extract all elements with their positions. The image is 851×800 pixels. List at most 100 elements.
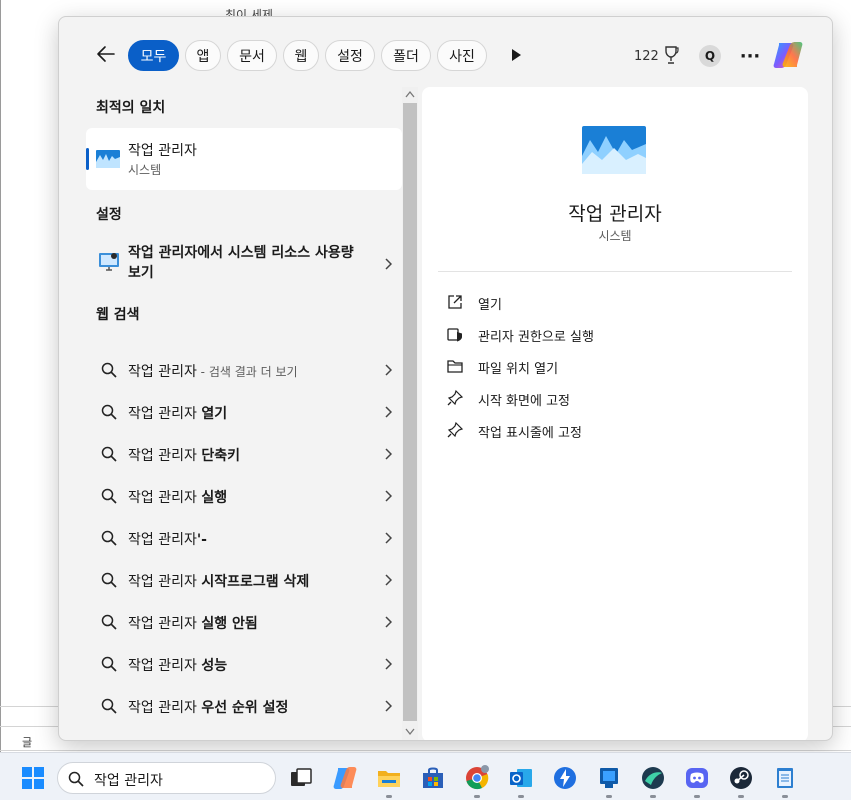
steam-icon[interactable] (728, 765, 754, 791)
folder-icon (447, 360, 463, 373)
filter-chip-apps[interactable]: 앱 (185, 40, 221, 71)
web-search-text: 작업 관리자 키는법 (128, 739, 240, 740)
scroll-down-icon[interactable] (405, 728, 415, 736)
web-search-suggestion: 우선 순위 설정 (201, 700, 289, 716)
web-search-item[interactable]: 작업 관리자 시작프로그램 삭제 (86, 560, 402, 600)
web-search-suggestion: 실행 안됨 (201, 616, 258, 632)
web-search-item[interactable]: 작업 관리자 성능 (86, 644, 402, 684)
filter-chip-documents[interactable]: 문서 (227, 40, 277, 71)
chevron-right-icon (385, 406, 392, 418)
web-search-item[interactable]: 작업 관리자 - 검색 결과 더 보기 (86, 350, 402, 390)
setting-result-item[interactable]: 작업 관리자에서 시스템 리소스 사용량 보기 (86, 237, 402, 291)
search-icon (101, 572, 117, 588)
taskbar-search-box[interactable]: 작업 관리자 (57, 762, 276, 794)
monitor-settings-icon (99, 253, 119, 271)
taskbar: 작업 관리자 (0, 752, 851, 800)
web-search-suggestion: '- (196, 532, 207, 548)
web-search-item[interactable]: 작업 관리자 실행 안됨 (86, 602, 402, 642)
chevron-right-icon (385, 490, 392, 502)
web-search-text: 작업 관리자 우선 순위 설정 (128, 697, 288, 717)
play-more-filters-icon[interactable] (509, 47, 523, 63)
running-indicator (782, 795, 788, 798)
app-blue-icon[interactable] (596, 765, 622, 791)
action-pin-to-start[interactable]: 시작 화면에 고정 (446, 385, 776, 411)
web-search-item[interactable]: 작업 관리자 열기 (86, 392, 402, 432)
preview-title: 작업 관리자 (568, 203, 662, 225)
search-icon (101, 614, 117, 630)
more-options-icon[interactable]: ··· (739, 45, 761, 67)
web-search-query: 작업 관리자 (128, 448, 202, 464)
web-search-suggestion: 열기 (201, 406, 228, 422)
web-search-item[interactable]: 작업 관리자 우선 순위 설정 (86, 686, 402, 726)
filter-chip-photos[interactable]: 사진 (437, 40, 487, 71)
taskbar-search-text: 작업 관리자 (94, 773, 163, 789)
outlook-icon[interactable] (508, 765, 534, 791)
filter-chip-folders[interactable]: 폴더 (381, 40, 431, 71)
running-indicator (694, 795, 700, 798)
filter-chip-web[interactable]: 웹 (283, 40, 319, 71)
web-search-query: 작업 관리자 (128, 700, 202, 716)
filter-chip-settings[interactable]: 설정 (325, 40, 375, 71)
search-panel: 모두 앱 문서 웹 설정 폴더 사진 122 Q ··· 최적의 일치 작업 관… (58, 16, 833, 741)
scroll-up-icon[interactable] (405, 90, 415, 98)
start-icon[interactable] (20, 765, 46, 791)
action-run-as-admin[interactable]: 관리자 권한으로 실행 (446, 321, 776, 347)
discord-icon[interactable] (684, 765, 710, 791)
action-label: 관리자 권한으로 실행 (478, 330, 594, 345)
best-match-item[interactable]: 작업 관리자 시스템 (86, 128, 402, 190)
action-open-file-location[interactable]: 파일 위치 열기 (446, 353, 776, 379)
web-search-text: 작업 관리자 시작프로그램 삭제 (128, 571, 309, 591)
best-match-subtitle: 시스템 (128, 163, 162, 177)
rewards-score[interactable]: 122 (634, 49, 659, 64)
trophy-icon[interactable] (663, 45, 679, 65)
web-search-item[interactable]: 작업 관리자 실행 (86, 476, 402, 516)
action-pin-to-taskbar[interactable]: 작업 표시줄에 고정 (446, 417, 776, 443)
web-search-item[interactable]: 작업 관리자 단축키 (86, 434, 402, 474)
action-open[interactable]: 열기 (446, 289, 776, 315)
scrollbar-thumb[interactable] (403, 103, 417, 721)
selection-indicator (86, 148, 89, 170)
setting-result-bold: 작업 관리자 (128, 245, 198, 261)
app-bolt-icon[interactable] (552, 765, 578, 791)
avatar[interactable]: Q (699, 45, 721, 67)
preview-divider (438, 271, 792, 272)
chevron-right-icon (385, 364, 392, 376)
search-icon (101, 446, 117, 462)
web-search-suggestion: 단축키 (201, 448, 240, 464)
search-icon (101, 362, 117, 378)
filter-chip-all[interactable]: 모두 (128, 40, 179, 71)
web-search-suggestion: 실행 (201, 490, 228, 506)
action-label: 파일 위치 열기 (478, 362, 559, 377)
web-search-query: 작업 관리자 (128, 574, 202, 590)
chevron-right-icon (385, 258, 392, 270)
web-search-suggestion: 성능 (201, 658, 228, 674)
app-bird-icon[interactable] (640, 765, 666, 791)
copilot-icon[interactable] (332, 765, 358, 791)
chrome-icon[interactable] (464, 765, 490, 791)
web-search-item[interactable]: 작업 관리자 키는법 (86, 728, 402, 740)
store-icon[interactable] (420, 765, 446, 791)
action-label: 작업 표시줄에 고정 (478, 426, 582, 441)
web-search-item[interactable]: 작업 관리자'- (86, 518, 402, 558)
results-scrollbar[interactable] (402, 87, 418, 740)
notepad-icon[interactable] (772, 765, 798, 791)
web-search-query: 작업 관리자 (128, 406, 202, 422)
background-status-text: 글 (22, 736, 33, 749)
setting-result-text: 작업 관리자에서 시스템 리소스 사용량 보기 (128, 243, 368, 283)
search-icon (68, 771, 84, 787)
back-arrow-icon[interactable] (93, 41, 119, 67)
search-icon (101, 530, 117, 546)
running-indicator (606, 795, 612, 798)
preview-subtitle: 시스템 (598, 229, 632, 243)
file-explorer-icon[interactable] (376, 765, 402, 791)
copilot-icon[interactable] (771, 39, 805, 71)
web-search-query: 작업 관리자 (128, 364, 197, 380)
chevron-right-icon (385, 448, 392, 460)
action-label: 열기 (478, 298, 502, 313)
web-search-text: 작업 관리자 실행 (128, 487, 227, 507)
running-indicator (518, 795, 524, 798)
task-view-icon[interactable] (288, 765, 314, 791)
pin-icon (447, 389, 464, 406)
web-search-header: 웹 검색 (96, 307, 140, 323)
running-indicator (474, 795, 480, 798)
